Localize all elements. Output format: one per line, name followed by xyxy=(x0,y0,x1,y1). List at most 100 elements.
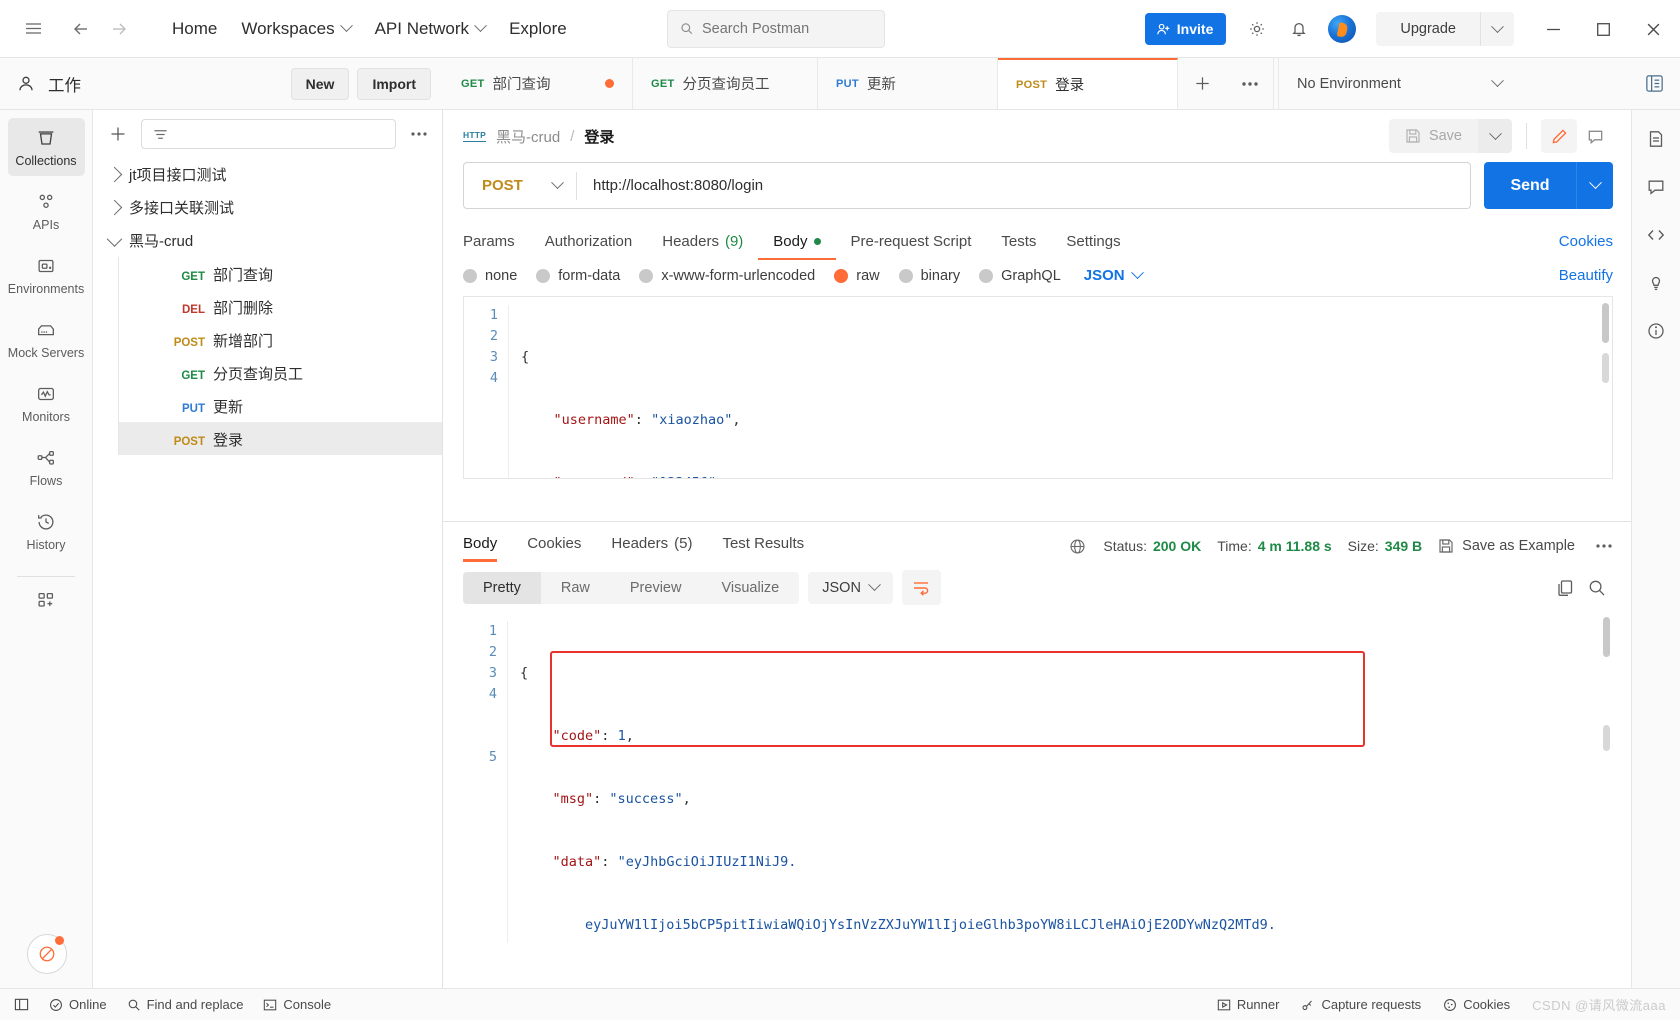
sidebar-item-environments[interactable]: Environments xyxy=(8,246,85,304)
search-response-button[interactable] xyxy=(1587,578,1607,598)
environment-quick-look-icon[interactable] xyxy=(1628,58,1680,109)
save-button[interactable]: Save xyxy=(1388,119,1478,153)
request-item-update[interactable]: PUT 更新 xyxy=(118,389,442,422)
collection-row-multi[interactable]: 多接口关联测试 xyxy=(93,191,442,224)
sidebar-item-flows[interactable]: Flows xyxy=(8,438,85,496)
response-editor-scrollbar-secondary[interactable] xyxy=(1603,725,1610,751)
sidebar-more-button[interactable] xyxy=(406,131,432,137)
sidebar-item-collections[interactable]: Collections xyxy=(7,118,85,176)
search-input[interactable] xyxy=(701,20,872,37)
response-body-editor[interactable]: 1 2 3 4 5 { "code": 1, "msg": "success",… xyxy=(463,613,1613,943)
body-type-form-data[interactable]: form-data xyxy=(536,268,620,284)
window-close-button[interactable] xyxy=(1630,7,1676,51)
sidebar-item-apis[interactable]: APIs xyxy=(8,182,85,240)
runner-button[interactable]: Runner xyxy=(1217,997,1279,1012)
view-mode-raw[interactable]: Raw xyxy=(541,572,610,604)
nav-home[interactable]: Home xyxy=(160,12,229,46)
nav-explore[interactable]: Explore xyxy=(497,12,579,46)
body-type-binary[interactable]: binary xyxy=(898,268,960,284)
nav-workspaces[interactable]: Workspaces xyxy=(229,12,362,46)
info-button[interactable] xyxy=(1639,314,1673,348)
wrap-lines-button[interactable] xyxy=(901,570,941,605)
breadcrumb-request-name[interactable]: 登录 xyxy=(584,126,614,147)
new-button[interactable]: New xyxy=(290,67,350,100)
body-type-raw[interactable]: raw xyxy=(834,268,880,284)
body-type-urlencoded[interactable]: x-www-form-urlencoded xyxy=(639,268,815,284)
response-editor-content[interactable]: { "code": 1, "msg": "success", "data": "… xyxy=(508,613,1613,943)
code-snippet-button[interactable] xyxy=(1639,218,1673,252)
response-more-button[interactable] xyxy=(1591,543,1613,549)
sidebar-item-mock-servers[interactable]: Mock Servers xyxy=(8,310,85,368)
response-editor-scrollbar[interactable] xyxy=(1603,617,1610,657)
cookies-link[interactable]: Cookies xyxy=(1559,233,1613,256)
bell-icon[interactable] xyxy=(1280,10,1318,48)
request-editor-scrollbar[interactable] xyxy=(1602,303,1609,343)
request-item-dept-add[interactable]: POST 新增部门 xyxy=(118,323,442,356)
edit-request-button[interactable] xyxy=(1541,119,1577,153)
back-arrow-icon[interactable] xyxy=(62,10,100,48)
view-mode-preview[interactable]: Preview xyxy=(610,572,702,604)
breadcrumb-collection[interactable]: 黑马-crud xyxy=(496,126,560,147)
tab-params[interactable]: Params xyxy=(463,225,530,264)
sidebar-filter-input[interactable] xyxy=(141,119,396,149)
response-tab-headers[interactable]: Headers (5) xyxy=(596,527,707,566)
http-method-selector[interactable]: POST xyxy=(464,176,576,194)
postman-bot-button[interactable] xyxy=(27,934,67,974)
gear-icon[interactable] xyxy=(1238,10,1276,48)
request-body-editor[interactable]: 1 2 3 4 { "username": "xiaozhao", ····"p… xyxy=(463,296,1613,479)
environment-selector[interactable]: No Environment xyxy=(1278,58,1518,109)
url-input[interactable] xyxy=(577,177,1470,194)
request-tab-3[interactable]: POST 登录 xyxy=(998,58,1178,109)
capture-requests-button[interactable]: Capture requests xyxy=(1301,997,1421,1012)
body-type-graphql[interactable]: GraphQL xyxy=(979,268,1061,284)
documentation-button[interactable] xyxy=(1639,122,1673,156)
response-format-selector[interactable]: JSON xyxy=(808,571,893,604)
request-editor-scrollbar-secondary[interactable] xyxy=(1602,353,1609,383)
request-item-dept-delete[interactable]: DEL 部门删除 xyxy=(118,290,442,323)
sidebar-item-monitors[interactable]: Monitors xyxy=(8,374,85,432)
request-tab-1[interactable]: GET 分页查询员工 xyxy=(633,58,818,109)
beautify-button[interactable]: Beautify xyxy=(1559,267,1613,284)
send-button[interactable]: Send xyxy=(1484,162,1576,209)
upgrade-caret-button[interactable] xyxy=(1480,12,1514,46)
upgrade-button[interactable]: Upgrade xyxy=(1376,12,1480,46)
tab-body[interactable]: Body xyxy=(758,225,836,264)
new-tab-button[interactable] xyxy=(1178,58,1226,109)
hamburger-icon[interactable] xyxy=(14,10,52,48)
collection-row-heima-crud[interactable]: 黑马-crud xyxy=(93,224,442,257)
invite-button[interactable]: Invite xyxy=(1144,13,1227,45)
tab-authorization[interactable]: Authorization xyxy=(530,225,648,264)
console-button[interactable]: Console xyxy=(263,997,331,1012)
view-mode-pretty[interactable]: Pretty xyxy=(463,571,541,604)
response-tab-test-results[interactable]: Test Results xyxy=(707,527,819,566)
body-format-selector[interactable]: JSON xyxy=(1084,266,1144,284)
tab-tests[interactable]: Tests xyxy=(986,225,1051,264)
lightbulb-button[interactable] xyxy=(1639,266,1673,300)
request-tab-0[interactable]: GET 部门查询 xyxy=(443,58,633,109)
cookies-button[interactable]: Cookies xyxy=(1443,997,1510,1012)
add-module-button[interactable] xyxy=(8,583,85,617)
request-item-dept-query[interactable]: GET 部门查询 xyxy=(118,257,442,290)
view-mode-visualize[interactable]: Visualize xyxy=(701,572,799,604)
import-button[interactable]: Import xyxy=(357,67,431,100)
find-and-replace-button[interactable]: Find and replace xyxy=(127,997,243,1012)
request-tab-2[interactable]: PUT 更新 xyxy=(818,58,998,109)
window-minimize-button[interactable] xyxy=(1530,7,1576,51)
comment-button[interactable] xyxy=(1577,119,1613,153)
tab-pre-request-script[interactable]: Pre-request Script xyxy=(836,225,987,264)
window-maximize-button[interactable] xyxy=(1580,7,1626,51)
request-item-page-query-emp[interactable]: GET 分页查询员工 xyxy=(118,356,442,389)
save-as-example-button[interactable]: Save as Example xyxy=(1438,538,1575,554)
sidebar-item-history[interactable]: History xyxy=(8,502,85,560)
collection-row-jt[interactable]: jt项目接口测试 xyxy=(93,158,442,191)
account-avatar[interactable] xyxy=(1328,15,1357,43)
nav-api-network[interactable]: API Network xyxy=(363,12,497,46)
body-type-none[interactable]: none xyxy=(463,268,517,284)
search-bar[interactable] xyxy=(666,9,885,48)
sidebar-toggle-button[interactable] xyxy=(14,997,29,1012)
online-status[interactable]: Online xyxy=(49,997,107,1012)
request-editor-content[interactable]: { "username": "xiaozhao", ····"password"… xyxy=(509,297,1612,478)
sidebar-add-button[interactable] xyxy=(105,124,131,144)
copy-button[interactable] xyxy=(1555,578,1575,598)
comments-button[interactable] xyxy=(1639,170,1673,204)
